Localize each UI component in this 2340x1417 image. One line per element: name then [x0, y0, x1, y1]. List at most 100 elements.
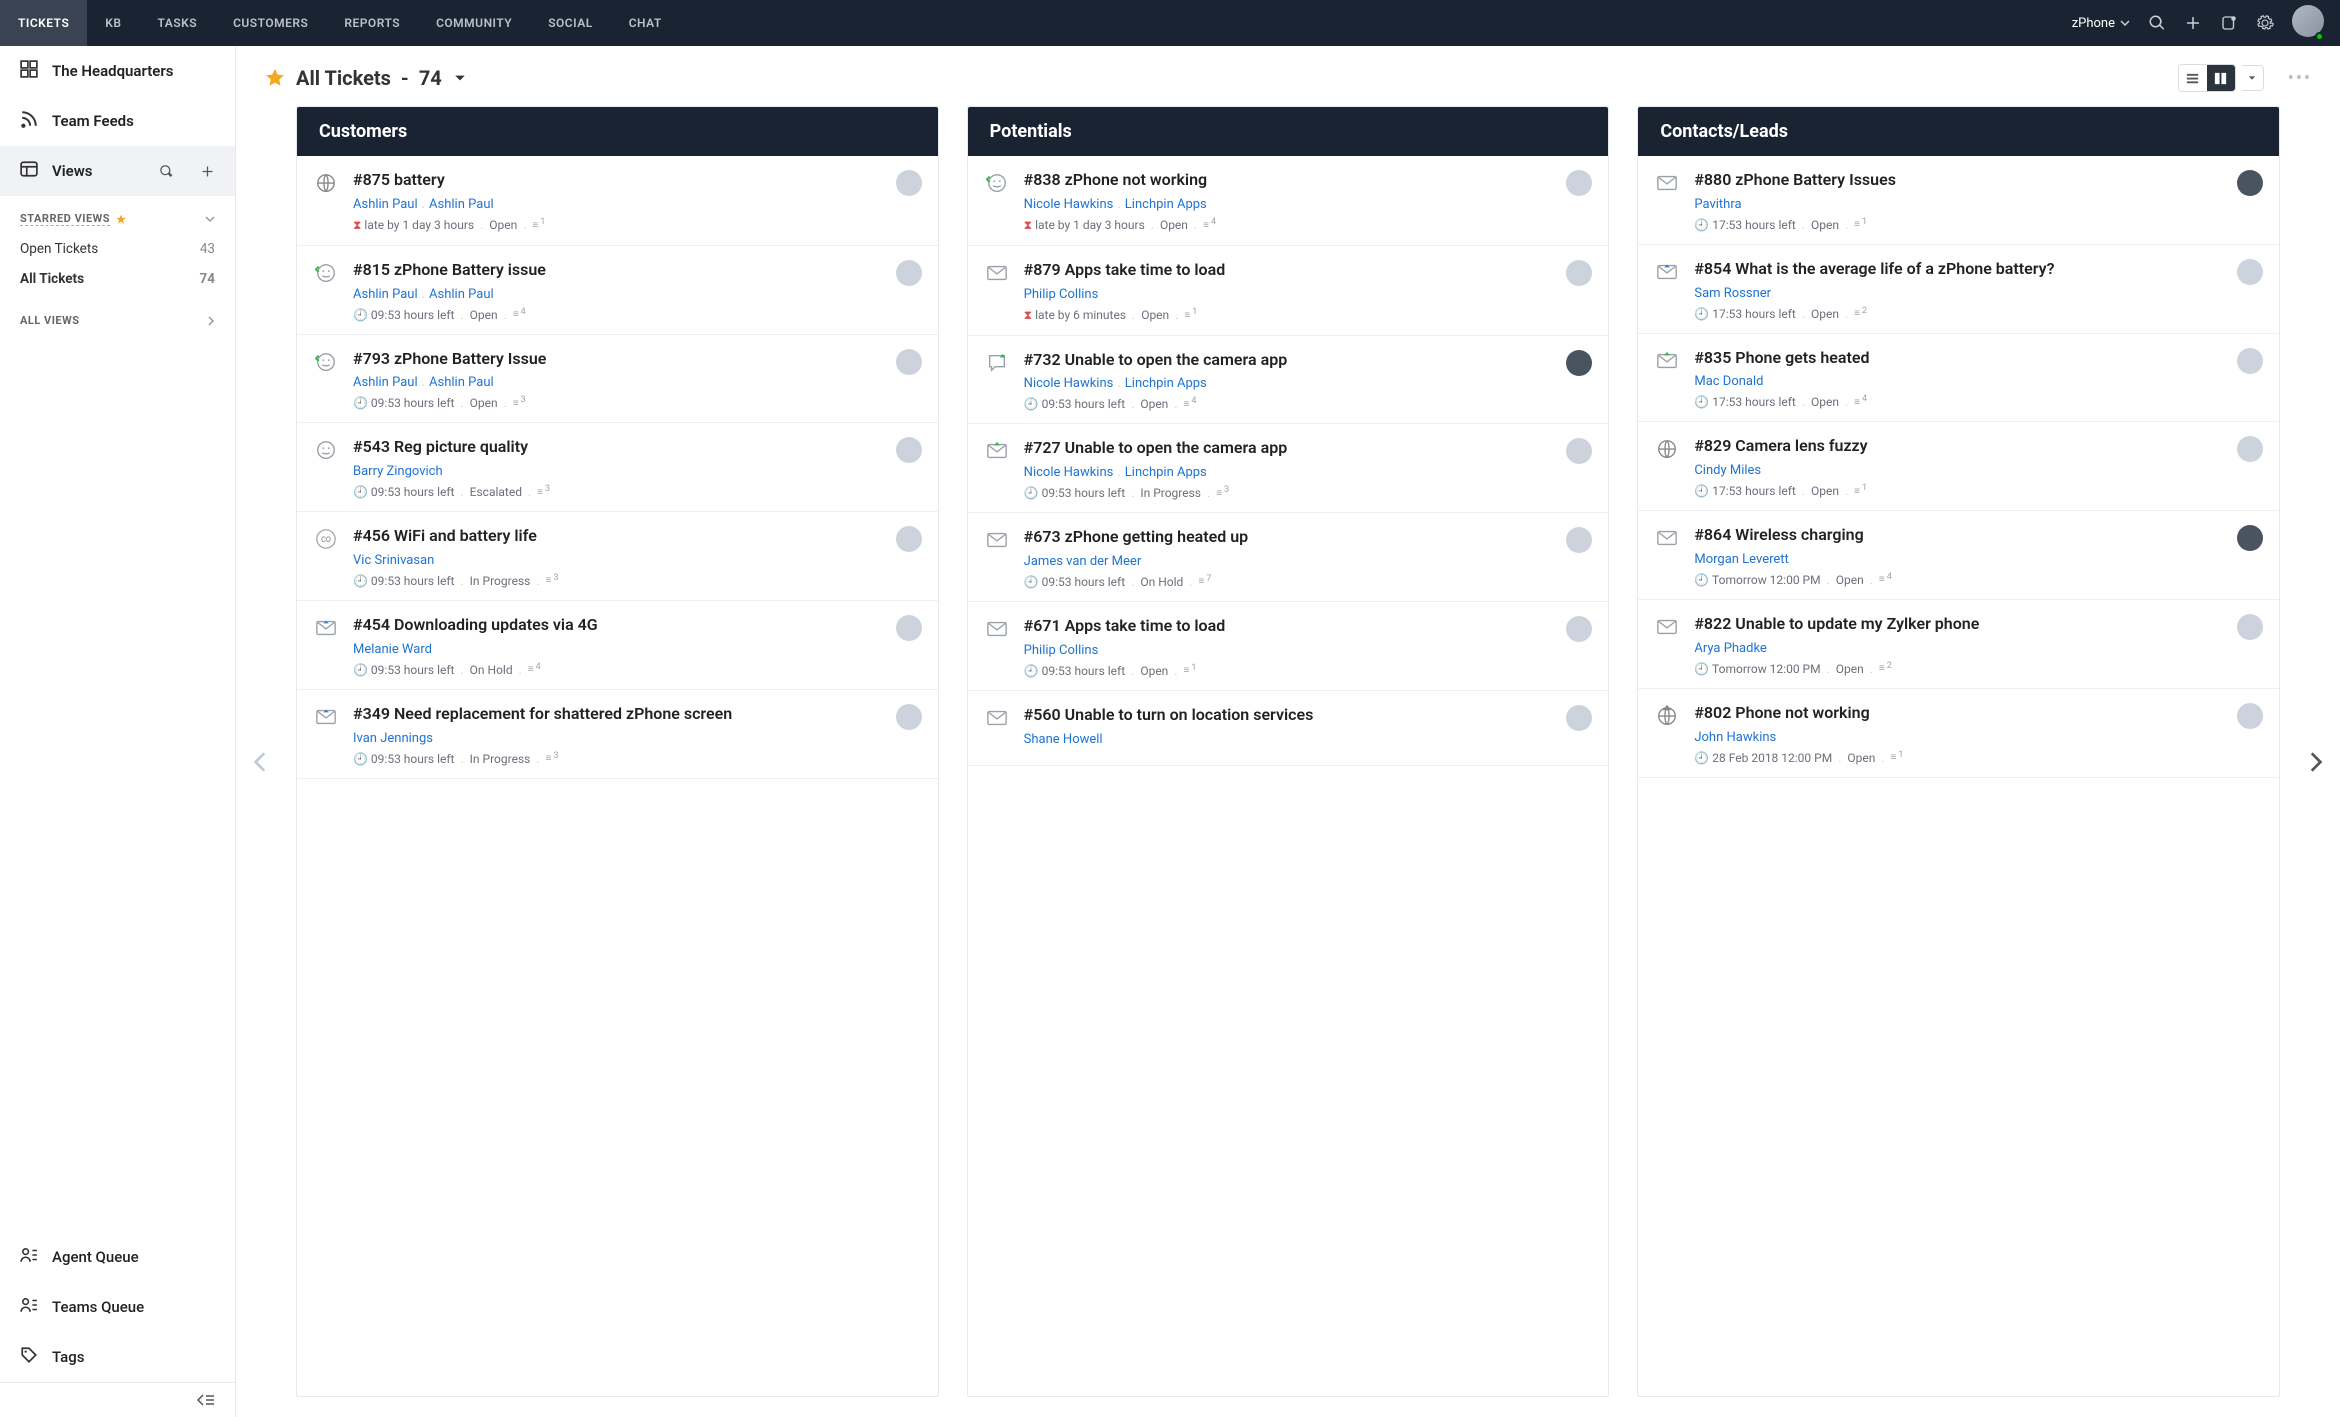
title-dropdown-icon[interactable] — [454, 72, 466, 84]
nav-tab-reports[interactable]: REPORTS — [326, 0, 418, 46]
assignee-avatar[interactable] — [2237, 348, 2263, 374]
ticket-card[interactable]: #835 Phone gets heatedMac Donald🕘 17:53 … — [1638, 334, 2279, 423]
ticket-card[interactable]: #880 zPhone Battery IssuesPavithra🕘 17:5… — [1638, 156, 2279, 245]
ticket-card[interactable]: #543 Reg picture qualityBarry Zingovich🕘… — [297, 423, 938, 512]
assignee-avatar[interactable] — [1566, 705, 1592, 731]
contact-link[interactable]: Ashlin Paul — [353, 197, 418, 212]
contact-link[interactable]: Ashlin Paul — [353, 375, 418, 390]
ticket-card[interactable]: #560 Unable to turn on location services… — [968, 691, 1609, 766]
assignee-avatar[interactable] — [896, 260, 922, 286]
contact-link[interactable]: Nicole Hawkins — [1024, 465, 1114, 480]
ticket-card[interactable]: #879 Apps take time to loadPhilip Collin… — [968, 246, 1609, 336]
plus-icon[interactable] — [2184, 14, 2202, 32]
ticket-card[interactable]: #454 Downloading updates via 4GMelanie W… — [297, 601, 938, 690]
nav-tab-tickets[interactable]: TICKETS — [0, 0, 87, 46]
nav-tab-customers[interactable]: CUSTOMERS — [215, 0, 326, 46]
contact-link[interactable]: Cindy Miles — [1694, 463, 1761, 478]
assignee-avatar[interactable] — [2237, 436, 2263, 462]
sidebar-item-views[interactable]: Views — [0, 146, 235, 196]
contact-link[interactable]: Sam Rossner — [1694, 286, 1771, 301]
ticket-card[interactable]: #829 Camera lens fuzzyCindy Miles🕘 17:53… — [1638, 422, 2279, 511]
more-actions[interactable]: ••• — [2288, 68, 2312, 89]
contact-link[interactable]: Shane Howell — [1024, 732, 1103, 747]
assignee-avatar[interactable] — [2237, 614, 2263, 640]
contact-link[interactable]: Linchpin Apps — [1125, 197, 1207, 212]
current-user-avatar[interactable] — [2292, 5, 2324, 41]
assignee-avatar[interactable] — [2237, 525, 2263, 551]
nav-tab-kb[interactable]: KB — [87, 0, 139, 46]
ticket-card[interactable]: #815 zPhone Battery issueAshlin Paul.Ash… — [297, 246, 938, 335]
nav-tab-tasks[interactable]: TASKS — [140, 0, 216, 46]
assignee-avatar[interactable] — [896, 437, 922, 463]
assignee-avatar[interactable] — [1566, 438, 1592, 464]
ticket-card[interactable]: #854 What is the average life of a zPhon… — [1638, 245, 2279, 334]
ticket-card[interactable]: #793 zPhone Battery IssueAshlin Paul.Ash… — [297, 335, 938, 424]
contact-link[interactable]: Ivan Jennings — [353, 731, 433, 746]
brand-dropdown[interactable]: zPhone — [2072, 16, 2130, 31]
starred-views-header[interactable]: STARRED VIEWS ★ — [0, 202, 235, 234]
assignee-avatar[interactable] — [896, 704, 922, 730]
assignee-avatar[interactable] — [896, 615, 922, 641]
nav-tab-chat[interactable]: CHAT — [611, 0, 680, 46]
view-open-tickets[interactable]: Open Tickets43 — [0, 234, 235, 264]
assignee-avatar[interactable] — [2237, 259, 2263, 285]
assignee-avatar[interactable] — [896, 526, 922, 552]
ticket-card[interactable]: #349 Need replacement for shattered zPho… — [297, 690, 938, 779]
collapse-sidebar[interactable] — [0, 1382, 235, 1417]
contact-link[interactable]: Pavithra — [1694, 197, 1741, 212]
sidebar-item-teams-queue[interactable]: Teams Queue — [0, 1282, 235, 1332]
assignee-avatar[interactable] — [2237, 703, 2263, 729]
sidebar-item-the-headquarters[interactable]: The Headquarters — [0, 46, 235, 96]
assignee-avatar[interactable] — [1566, 260, 1592, 286]
ticket-card[interactable]: #673 zPhone getting heated upJames van d… — [968, 513, 1609, 602]
assignee-avatar[interactable] — [1566, 350, 1592, 376]
search-icon[interactable] — [2148, 14, 2166, 32]
sidebar-item-tags[interactable]: Tags — [0, 1332, 235, 1382]
gear-icon[interactable] — [2256, 14, 2274, 32]
sidebar-item-team-feeds[interactable]: Team Feeds — [0, 96, 235, 146]
view-mode-dropdown[interactable] — [2242, 65, 2264, 91]
favorite-star-icon[interactable] — [264, 67, 286, 89]
contact-link[interactable]: Philip Collins — [1024, 287, 1099, 302]
ticket-card[interactable]: #727 Unable to open the camera appNicole… — [968, 424, 1609, 513]
contact-link[interactable]: Arya Phadke — [1694, 641, 1766, 656]
assignee-avatar[interactable] — [1566, 527, 1592, 553]
ticket-card[interactable]: CO#456 WiFi and battery lifeVic Srinivas… — [297, 512, 938, 601]
contact-link[interactable]: Barry Zingovich — [353, 464, 443, 479]
assignee-avatar[interactable] — [1566, 616, 1592, 642]
nav-tab-social[interactable]: SOCIAL — [530, 0, 611, 46]
ticket-card[interactable]: #864 Wireless chargingMorgan Leverett🕘 T… — [1638, 511, 2279, 600]
contact-link[interactable]: Linchpin Apps — [1125, 376, 1207, 391]
view-all-tickets[interactable]: All Tickets74 — [0, 264, 235, 294]
ticket-card[interactable]: #802 Phone not workingJohn Hawkins🕘 28 F… — [1638, 689, 2279, 778]
contact-link[interactable]: Philip Collins — [1024, 643, 1099, 658]
nav-tab-community[interactable]: COMMUNITY — [418, 0, 530, 46]
contact-link[interactable]: James van der Meer — [1024, 554, 1142, 569]
contact-link[interactable]: Nicole Hawkins — [1024, 376, 1114, 391]
contact-link[interactable]: Ashlin Paul — [429, 375, 494, 390]
contact-link[interactable]: Nicole Hawkins — [1024, 197, 1114, 212]
notification-icon[interactable] — [2220, 14, 2238, 32]
board-view-button[interactable] — [2207, 65, 2235, 91]
all-views-header[interactable]: ALL VIEWS — [0, 304, 235, 335]
ticket-card[interactable]: #671 Apps take time to loadPhilip Collin… — [968, 602, 1609, 691]
assignee-avatar[interactable] — [896, 349, 922, 375]
assignee-avatar[interactable] — [896, 170, 922, 196]
contact-link[interactable]: Vic Srinivasan — [353, 553, 434, 568]
assignee-avatar[interactable] — [1566, 170, 1592, 196]
contact-link[interactable]: Mac Donald — [1694, 374, 1763, 389]
scroll-left-button[interactable] — [236, 106, 286, 1417]
contact-link[interactable]: Linchpin Apps — [1125, 465, 1207, 480]
contact-link[interactable]: Ashlin Paul — [429, 197, 494, 212]
contact-link[interactable]: Morgan Leverett — [1694, 552, 1788, 567]
ticket-card[interactable]: #875 batteryAshlin Paul.Ashlin Paul⧗ lat… — [297, 156, 938, 246]
assignee-avatar[interactable] — [2237, 170, 2263, 196]
contact-link[interactable]: Ashlin Paul — [353, 287, 418, 302]
sidebar-item-agent-queue[interactable]: Agent Queue — [0, 1232, 235, 1282]
ticket-card[interactable]: #822 Unable to update my Zylker phoneAry… — [1638, 600, 2279, 689]
ticket-card[interactable]: #732 Unable to open the camera appNicole… — [968, 336, 1609, 425]
contact-link[interactable]: Ashlin Paul — [429, 287, 494, 302]
ticket-card[interactable]: #838 zPhone not workingNicole Hawkins.Li… — [968, 156, 1609, 246]
plus-icon[interactable] — [200, 164, 215, 179]
contact-link[interactable]: Melanie Ward — [353, 642, 432, 657]
